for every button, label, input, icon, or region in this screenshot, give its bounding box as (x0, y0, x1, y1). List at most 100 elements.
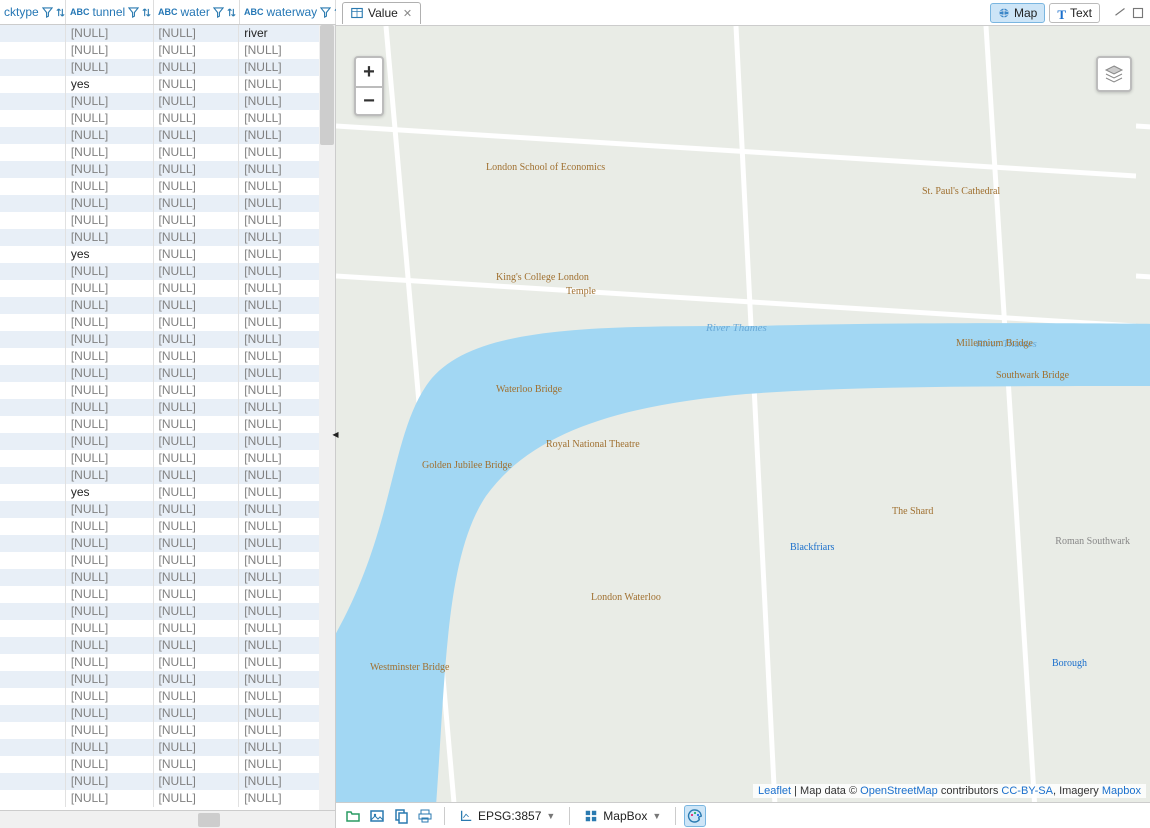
cell: [NULL] (154, 110, 240, 127)
column-header-waterway[interactable]: ABCwaterway (240, 0, 336, 24)
table-row[interactable]: yes[NULL][NULL] (0, 484, 335, 501)
table-row[interactable]: [NULL][NULL][NULL] (0, 314, 335, 331)
table-row[interactable]: yes[NULL][NULL] (0, 246, 335, 263)
table-row[interactable]: [NULL][NULL][NULL] (0, 569, 335, 586)
link-leaflet[interactable]: Leaflet (758, 785, 791, 797)
table-row[interactable]: [NULL][NULL]river (0, 25, 335, 42)
table-row[interactable]: [NULL][NULL][NULL] (0, 637, 335, 654)
sort-icon[interactable] (226, 7, 237, 18)
open-file-button[interactable] (342, 805, 364, 827)
table-row[interactable]: [NULL][NULL][NULL] (0, 348, 335, 365)
palette-button[interactable] (684, 805, 706, 827)
zoom-out-button[interactable]: − (356, 86, 382, 114)
splitter-handle[interactable]: ◀ (332, 414, 339, 454)
table-row[interactable]: [NULL][NULL][NULL] (0, 433, 335, 450)
poi-stpauls: St. Paul's Cathedral (922, 186, 1000, 197)
crs-selector[interactable]: EPSG:3857 ▼ (453, 809, 561, 823)
table-row[interactable]: [NULL][NULL][NULL] (0, 688, 335, 705)
table-row[interactable]: [NULL][NULL][NULL] (0, 790, 335, 807)
copy-button[interactable] (390, 805, 412, 827)
filter-icon[interactable] (320, 7, 331, 18)
table-row[interactable]: [NULL][NULL][NULL] (0, 42, 335, 59)
table-row[interactable]: [NULL][NULL][NULL] (0, 263, 335, 280)
close-icon[interactable]: ✕ (403, 7, 412, 20)
cell (0, 76, 66, 93)
text-icon: T (1057, 7, 1066, 19)
table-row[interactable]: [NULL][NULL][NULL] (0, 59, 335, 76)
link-osm[interactable]: OpenStreetMap (860, 785, 938, 797)
view-text-button[interactable]: T Text (1049, 3, 1100, 23)
table-row[interactable]: [NULL][NULL][NULL] (0, 382, 335, 399)
filter-icon[interactable] (128, 7, 139, 18)
maximize-icon[interactable] (1132, 7, 1144, 19)
column-header-tunnel[interactable]: ABCtunnel (66, 0, 154, 24)
vscroll-thumb[interactable] (320, 25, 334, 145)
tile-selector[interactable]: MapBox ▼ (578, 809, 667, 823)
table-row[interactable]: [NULL][NULL][NULL] (0, 535, 335, 552)
table-row[interactable]: [NULL][NULL][NULL] (0, 552, 335, 569)
cell (0, 195, 66, 212)
column-header-cktype[interactable]: cktype (0, 0, 66, 24)
table-row[interactable]: [NULL][NULL][NULL] (0, 586, 335, 603)
table-row[interactable]: [NULL][NULL][NULL] (0, 110, 335, 127)
zoom-in-button[interactable]: + (356, 58, 382, 86)
table-row[interactable]: [NULL][NULL][NULL] (0, 280, 335, 297)
table-row[interactable]: [NULL][NULL][NULL] (0, 93, 335, 110)
view-map-label: Map (1014, 6, 1037, 20)
link-mapbox[interactable]: Mapbox (1102, 785, 1141, 797)
poi-blackfriars: Blackfriars (790, 542, 834, 553)
filter-icon[interactable] (213, 7, 224, 18)
table-row[interactable]: [NULL][NULL][NULL] (0, 705, 335, 722)
table-row[interactable]: [NULL][NULL][NULL] (0, 229, 335, 246)
table-row[interactable]: [NULL][NULL][NULL] (0, 297, 335, 314)
cell: [NULL] (154, 790, 240, 807)
cell: [NULL] (154, 314, 240, 331)
table-row[interactable]: [NULL][NULL][NULL] (0, 654, 335, 671)
table-row[interactable]: [NULL][NULL][NULL] (0, 161, 335, 178)
cell: [NULL] (66, 620, 154, 637)
cell (0, 739, 66, 756)
table-row[interactable]: [NULL][NULL][NULL] (0, 756, 335, 773)
cell (0, 25, 66, 42)
minimize-icon[interactable] (1114, 7, 1126, 19)
table-row[interactable]: [NULL][NULL][NULL] (0, 178, 335, 195)
horizontal-scrollbar[interactable] (0, 810, 335, 828)
table-row[interactable]: [NULL][NULL][NULL] (0, 399, 335, 416)
export-image-button[interactable] (366, 805, 388, 827)
table-row[interactable]: [NULL][NULL][NULL] (0, 603, 335, 620)
poi-shard: The Shard (892, 506, 933, 517)
tab-value[interactable]: Value ✕ (342, 2, 421, 24)
table-row[interactable]: [NULL][NULL][NULL] (0, 450, 335, 467)
table-row[interactable]: [NULL][NULL][NULL] (0, 195, 335, 212)
print-button[interactable] (414, 805, 436, 827)
link-ccbysa[interactable]: CC-BY-SA (1001, 785, 1053, 797)
sort-icon[interactable] (55, 7, 66, 18)
cell (0, 280, 66, 297)
filter-icon[interactable] (42, 7, 53, 18)
table-row[interactable]: [NULL][NULL][NULL] (0, 739, 335, 756)
table-row[interactable]: [NULL][NULL][NULL] (0, 518, 335, 535)
cell: [NULL] (66, 42, 154, 59)
table-row[interactable]: [NULL][NULL][NULL] (0, 501, 335, 518)
column-header-water[interactable]: ABCwater (154, 0, 240, 24)
table-row[interactable]: [NULL][NULL][NULL] (0, 331, 335, 348)
table-row[interactable]: [NULL][NULL][NULL] (0, 144, 335, 161)
view-map-button[interactable]: Map (990, 3, 1045, 23)
table-row[interactable]: [NULL][NULL][NULL] (0, 671, 335, 688)
table-row[interactable]: [NULL][NULL][NULL] (0, 212, 335, 229)
table-row[interactable]: [NULL][NULL][NULL] (0, 365, 335, 382)
river-thames-shape (336, 26, 1150, 802)
table-row[interactable]: [NULL][NULL][NULL] (0, 467, 335, 484)
cell: [NULL] (154, 144, 240, 161)
table-row[interactable]: yes[NULL][NULL] (0, 76, 335, 93)
table-row[interactable]: [NULL][NULL][NULL] (0, 416, 335, 433)
hscroll-thumb[interactable] (198, 813, 220, 827)
map-canvas[interactable]: River Thames River Thames Temple London … (336, 26, 1150, 802)
grid-body[interactable]: [NULL][NULL]river[NULL][NULL][NULL][NULL… (0, 25, 335, 810)
table-row[interactable]: [NULL][NULL][NULL] (0, 620, 335, 637)
table-row[interactable]: [NULL][NULL][NULL] (0, 127, 335, 144)
table-row[interactable]: [NULL][NULL][NULL] (0, 773, 335, 790)
table-row[interactable]: [NULL][NULL][NULL] (0, 722, 335, 739)
layers-button[interactable] (1096, 56, 1132, 92)
sort-icon[interactable] (141, 7, 152, 18)
